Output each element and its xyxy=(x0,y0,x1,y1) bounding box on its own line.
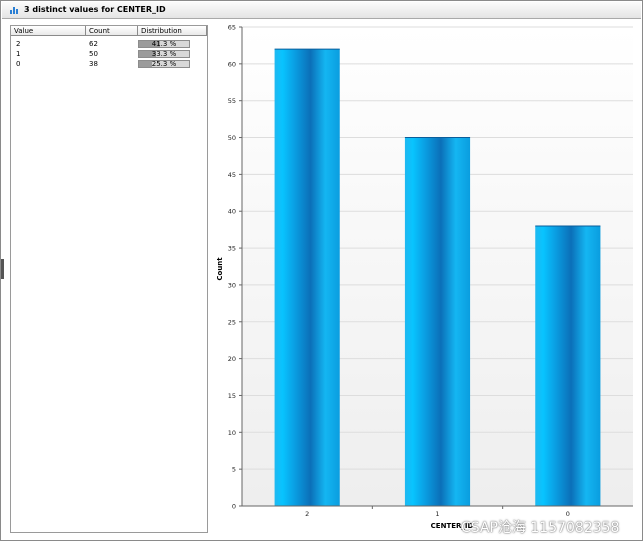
table-header: Value Count Distribution xyxy=(11,26,207,36)
watermark: CSAP沧海 1157082358 xyxy=(461,520,620,536)
table-row[interactable]: 0 38 25.3 % xyxy=(11,59,207,69)
count-cell: 50 xyxy=(89,50,98,58)
count-cell: 38 xyxy=(89,60,98,68)
y-tick-label: 15 xyxy=(228,392,236,400)
distribution-label: 25.3 % xyxy=(151,60,177,68)
distinct-values-window: 3 distinct values for CENTER_ID Value Co… xyxy=(0,0,643,541)
table-row[interactable]: 2 62 41.3 % xyxy=(11,39,207,49)
y-tick-label: 30 xyxy=(228,281,236,289)
column-header-count[interactable]: Count xyxy=(86,26,138,36)
distribution-bar: 33.3 % xyxy=(138,50,190,58)
bar-chart-icon xyxy=(10,7,18,14)
x-tick-label: 2 xyxy=(305,510,309,518)
y-tick-label: 25 xyxy=(228,318,236,326)
column-header-distribution[interactable]: Distribution xyxy=(138,26,207,36)
bar-0[interactable] xyxy=(535,225,601,506)
bar-chart: 05101520253035404550556065 210 Count CEN… xyxy=(216,24,633,530)
y-tick-label: 20 xyxy=(228,355,236,363)
panel-collapse-handle[interactable] xyxy=(1,259,4,279)
distribution-bar: 25.3 % xyxy=(138,60,190,68)
distribution-label: 41.3 % xyxy=(151,40,177,48)
y-tick-label: 10 xyxy=(228,429,236,437)
y-tick-label: 5 xyxy=(232,466,236,474)
bar-1[interactable] xyxy=(404,137,471,506)
y-tick-label: 45 xyxy=(228,171,236,179)
table-row[interactable]: 1 50 33.3 % xyxy=(11,49,207,59)
column-header-value[interactable]: Value xyxy=(11,26,86,36)
distribution-bar: 41.3 % xyxy=(138,40,190,48)
y-tick-label: 65 xyxy=(228,24,236,32)
x-tick-label: 1 xyxy=(435,510,439,518)
y-tick-label: 0 xyxy=(232,503,236,511)
y-tick-label: 35 xyxy=(228,245,236,253)
value-cell: 1 xyxy=(16,50,21,58)
y-tick-label: 50 xyxy=(228,134,236,142)
y-tick-label: 55 xyxy=(228,97,236,105)
value-cell: 0 xyxy=(16,60,21,68)
distribution-label: 33.3 % xyxy=(151,50,177,58)
value-cell: 2 xyxy=(16,40,21,48)
distinct-values-table: Value Count Distribution 2 62 41.3 % 1 5… xyxy=(10,25,208,533)
y-tick-label: 60 xyxy=(228,60,236,68)
y-axis: 0 5 10 15 20 25 30 35 40 45 50 55 60 65 xyxy=(228,24,243,511)
y-tick-label: 40 xyxy=(228,208,236,216)
bar-2[interactable] xyxy=(274,49,340,506)
title-bar: 3 distinct values for CENTER_ID xyxy=(2,2,641,19)
window-title: 3 distinct values for CENTER_ID xyxy=(24,5,166,14)
count-cell: 62 xyxy=(89,40,98,48)
y-axis-title: Count xyxy=(216,257,224,281)
